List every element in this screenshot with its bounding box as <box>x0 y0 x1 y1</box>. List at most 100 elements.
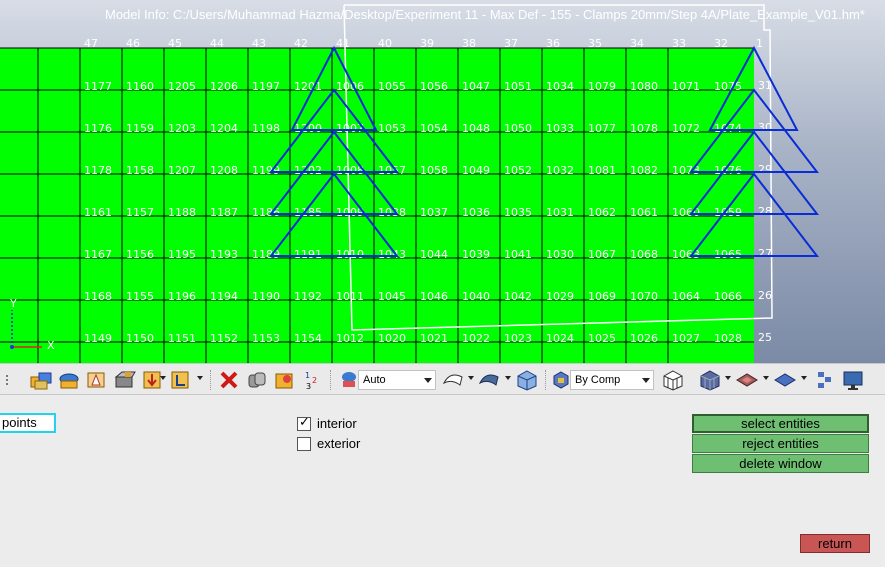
element-label: 1150 <box>126 332 154 345</box>
display-mode-select[interactable]: Auto <box>358 370 436 390</box>
delete-window-button[interactable]: delete window <box>692 454 869 473</box>
by-comp-icon[interactable] <box>550 368 572 392</box>
wireframe-icon[interactable] <box>660 368 686 392</box>
svg-text:1: 1 <box>305 371 310 380</box>
feature-lines-dropdown-arrow[interactable] <box>763 376 769 380</box>
element-label: 1196 <box>168 290 196 303</box>
assembly-icon[interactable] <box>56 368 82 392</box>
node-label: 41 <box>336 37 350 50</box>
element-label: 1048 <box>462 122 490 135</box>
element-label: 1178 <box>84 164 112 177</box>
element-label: 1079 <box>588 80 616 93</box>
element-label: 1160 <box>126 80 154 93</box>
select-entities-button[interactable]: select entities <box>692 414 869 433</box>
node-label: 47 <box>84 37 98 50</box>
mesh-dropdown-arrow[interactable] <box>160 376 166 380</box>
element-label: 1025 <box>588 332 616 345</box>
node-label: 46 <box>126 37 140 50</box>
element-label: 1069 <box>588 290 616 303</box>
element-label: 1158 <box>126 164 154 177</box>
element-label: 1187 <box>210 206 238 219</box>
element-shaded-icon[interactable] <box>697 368 723 392</box>
points-selector[interactable]: points <box>0 413 56 433</box>
triad-x-label: X <box>47 339 55 352</box>
element-label: 1155 <box>126 290 154 303</box>
element-label: 1080 <box>630 80 658 93</box>
delete-icon[interactable] <box>216 368 242 392</box>
element-label: 1029 <box>546 290 574 303</box>
element-label: 1149 <box>84 332 112 345</box>
element-label: 1040 <box>462 290 490 303</box>
load-collectors-dropdown-arrow[interactable] <box>197 376 203 380</box>
solids-icon[interactable] <box>84 368 110 392</box>
surface-shaded-icon[interactable] <box>476 368 502 392</box>
color-mode-select[interactable]: By Comp <box>570 370 654 390</box>
surface-shaded-dropdown-arrow[interactable] <box>505 376 511 380</box>
unmask-icon[interactable] <box>272 368 298 392</box>
reject-entities-button[interactable]: reject entities <box>692 434 869 453</box>
element-label: 1077 <box>588 122 616 135</box>
element-label: 1035 <box>504 206 532 219</box>
node-label: 25 <box>758 331 772 344</box>
mesh-canvas[interactable]: 47 46 45 44 43 42 41 40 39 38 37 36 35 34 33 32 13130292… <box>0 0 885 363</box>
node-label: 40 <box>378 37 392 50</box>
surface-icon[interactable] <box>440 368 466 392</box>
element-label: 1023 <box>504 332 532 345</box>
element-label: 1051 <box>504 80 532 93</box>
triad-origin <box>10 345 14 349</box>
node-label: 38 <box>462 37 476 50</box>
main-toolbar: 123 Auto By Comp <box>0 363 885 395</box>
element-label: 1194 <box>210 290 238 303</box>
node-label: 36 <box>546 37 560 50</box>
feature-lines-icon[interactable] <box>734 368 760 392</box>
interior-checkbox[interactable] <box>297 415 311 431</box>
element-label: 1044 <box>420 248 448 261</box>
element-label: 1078 <box>630 122 658 135</box>
interior-checkbox-row[interactable]: interior <box>297 415 357 431</box>
element-label: 1161 <box>84 206 112 219</box>
element-label: 1203 <box>168 122 196 135</box>
surface-dropdown-arrow[interactable] <box>468 376 474 380</box>
mesh-icon[interactable] <box>140 368 166 392</box>
element-label: 1027 <box>672 332 700 345</box>
transparency-dropdown-arrow[interactable] <box>801 376 807 380</box>
triad-y-label: Y <box>9 297 17 310</box>
element-label: 1056 <box>420 80 448 93</box>
exterior-checkbox[interactable] <box>297 436 311 451</box>
component-visibility-icon[interactable] <box>28 368 54 392</box>
geometry-icon[interactable] <box>112 368 138 392</box>
layers-icon[interactable] <box>812 368 836 392</box>
shaded-mode-icon[interactable] <box>338 368 360 392</box>
element-label: 1050 <box>504 122 532 135</box>
element-shaded-dropdown-arrow[interactable] <box>725 376 731 380</box>
node-label: 35 <box>588 37 602 50</box>
element-label: 1197 <box>252 80 280 93</box>
node-label: 26 <box>758 289 772 302</box>
node-label: 37 <box>504 37 518 50</box>
graphics-viewport[interactable]: 47 46 45 44 43 42 41 40 39 38 37 36 35 34 33 32 1 31 30 29 2… <box>0 0 885 363</box>
element-label: 1152 <box>210 332 238 345</box>
element-label: 1191 <box>294 248 322 261</box>
element-label: 1159 <box>126 122 154 135</box>
element-label: 1049 <box>462 164 490 177</box>
mask-icon[interactable] <box>244 368 270 392</box>
element-label: 1022 <box>462 332 490 345</box>
element-label: 1205 <box>168 80 196 93</box>
element-label: 1176 <box>84 122 112 135</box>
exterior-label: exterior <box>317 436 361 451</box>
node-label: 45 <box>168 37 182 50</box>
element-label: 1067 <box>588 248 616 261</box>
color-mode-value: By Comp <box>575 374 621 386</box>
transparency-icon[interactable] <box>772 368 798 392</box>
return-button[interactable]: return <box>800 534 870 553</box>
numbers-icon[interactable]: 123 <box>300 368 326 392</box>
display-icon[interactable] <box>840 368 866 392</box>
node-label: 42 <box>294 37 308 50</box>
element-label: 1208 <box>210 164 238 177</box>
node-label: 43 <box>252 37 266 50</box>
panel-area: points interior exterior select entities… <box>0 396 885 567</box>
exterior-checkbox-row[interactable]: exterior <box>297 436 360 451</box>
cube-icon[interactable] <box>514 368 540 392</box>
load-collectors-icon[interactable] <box>168 368 194 392</box>
element-label: 1031 <box>546 206 574 219</box>
